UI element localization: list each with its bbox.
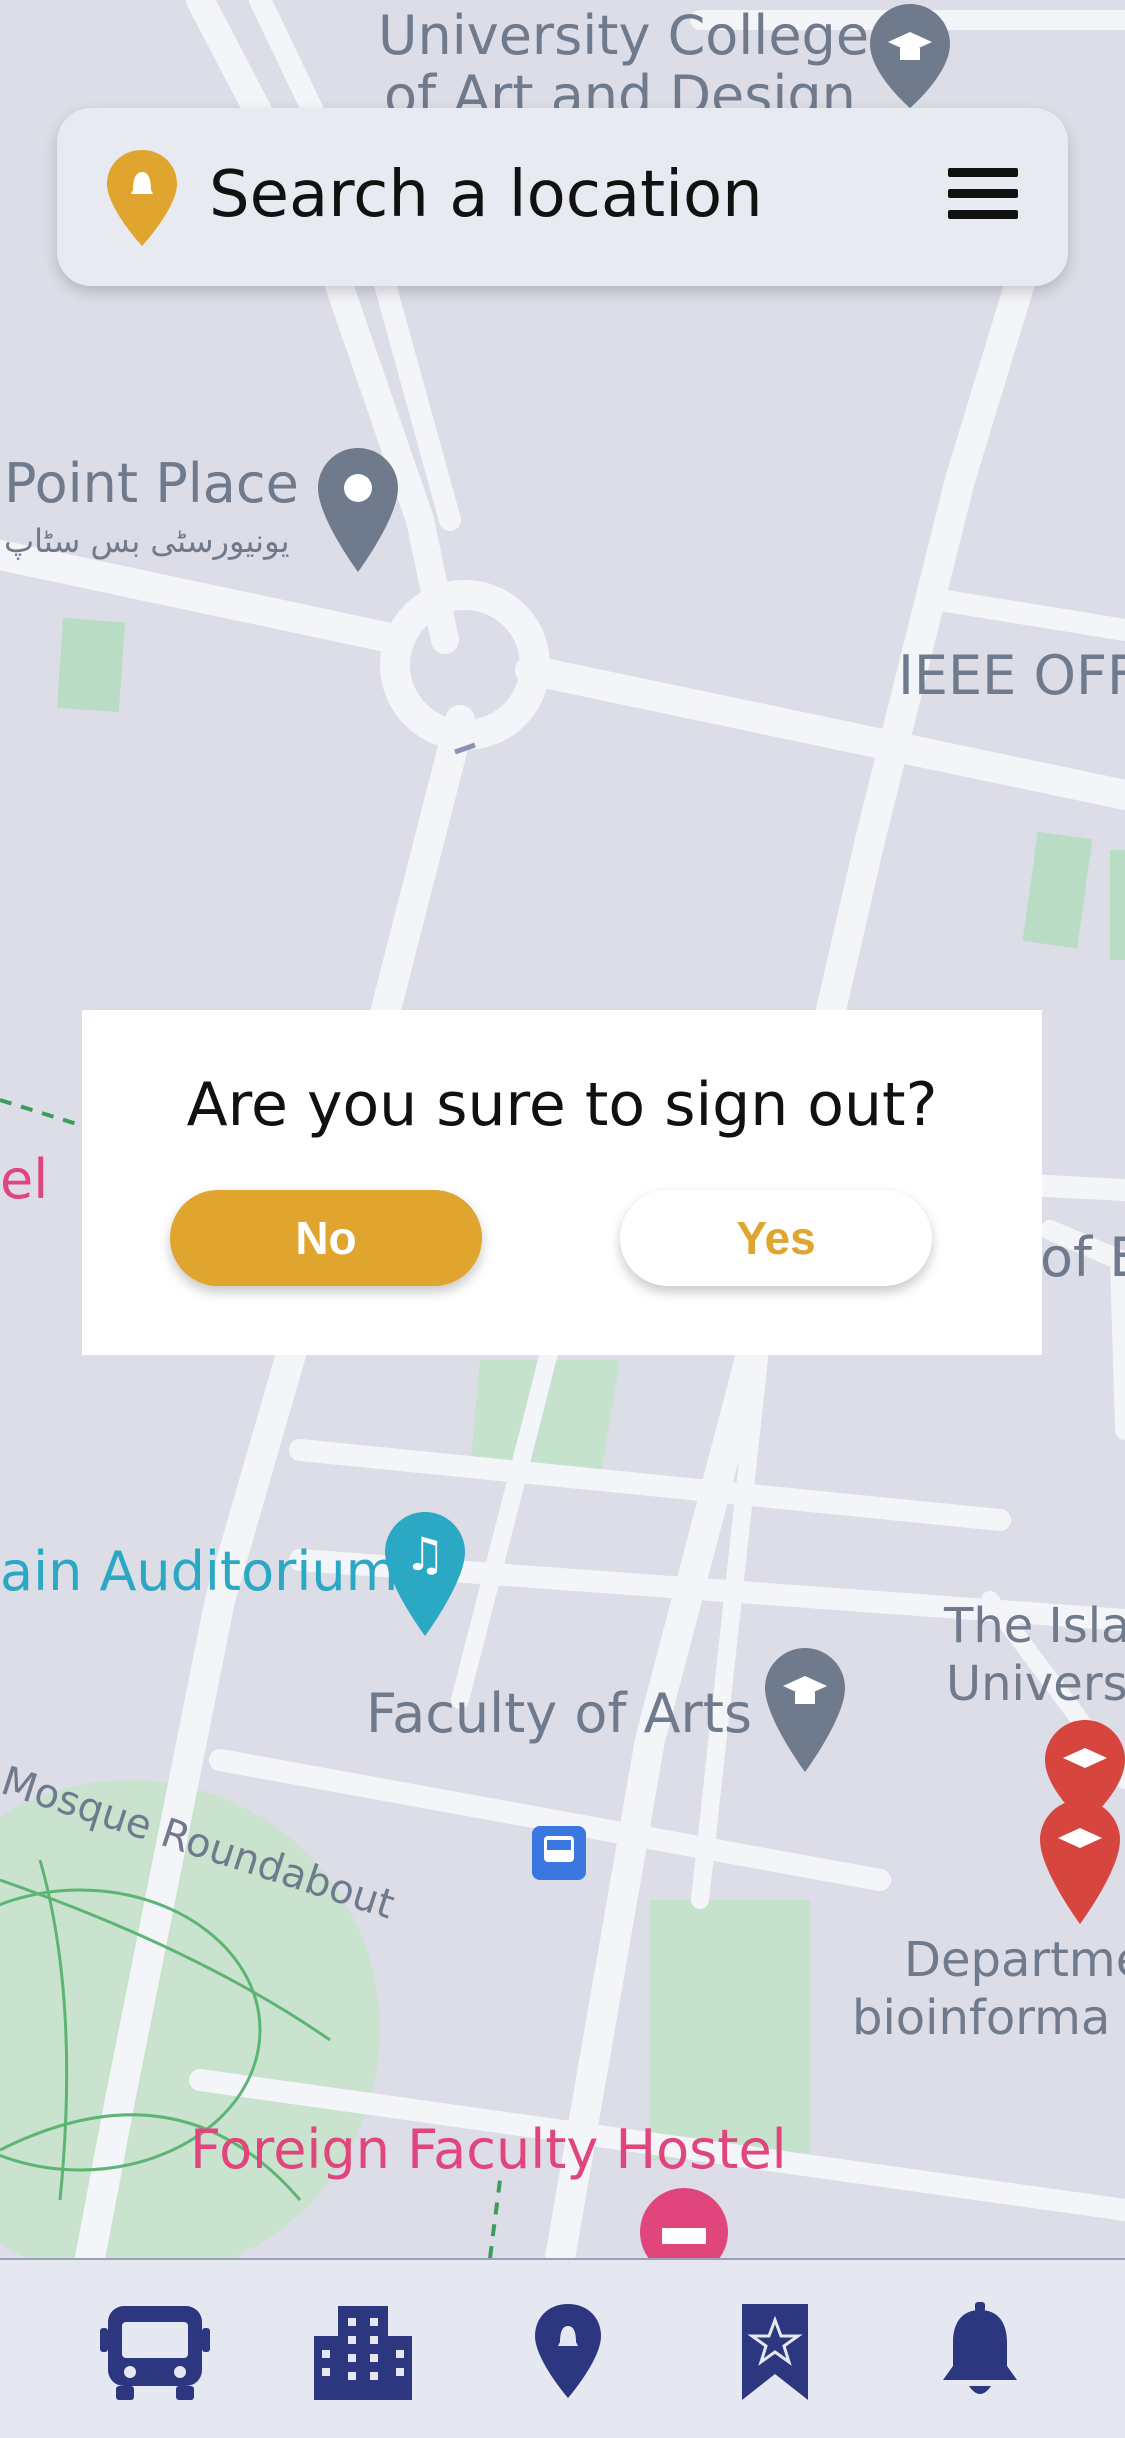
- map-label-foreign-hostel: Foreign Faculty Hostel: [190, 2118, 787, 2181]
- dialog-title: Are you sure to sign out?: [186, 1070, 938, 1140]
- menu-line: [948, 210, 1018, 219]
- search-input[interactable]: Search a location: [209, 158, 763, 232]
- location-pin-icon[interactable]: [513, 2302, 623, 2402]
- location-pin-icon: [107, 150, 177, 246]
- no-button[interactable]: No: [170, 1190, 482, 1286]
- map-label-point-place-urdu: یونیورسٹی بس سٹاپ: [4, 522, 290, 560]
- search-bar[interactable]: Search a location: [57, 108, 1068, 286]
- map-label-islamia-2: Univers: [946, 1656, 1125, 1712]
- map-label-point-place: Point Place: [4, 452, 299, 515]
- map-label-main-auditorium: ain Auditorium: [0, 1540, 399, 1603]
- yes-button[interactable]: Yes: [620, 1190, 932, 1286]
- map-label-faculty-arts: Faculty of Arts: [366, 1682, 753, 1745]
- bottom-nav: [0, 2258, 1125, 2438]
- map-label-ieee: IEEE OFF: [898, 644, 1125, 707]
- map-label-dept-2: bioinforma: [852, 1990, 1111, 2046]
- map-label-ucad-1: University College: [378, 4, 870, 67]
- map-label-dept-1: Departme: [904, 1932, 1125, 1988]
- menu-line: [948, 168, 1018, 177]
- hamburger-menu-icon[interactable]: [948, 168, 1018, 226]
- bookmark-star-icon[interactable]: [720, 2302, 830, 2402]
- svg-text:♫: ♫: [404, 1527, 445, 1581]
- sign-out-dialog: Are you sure to sign out? No Yes: [82, 1010, 1042, 1355]
- bus-stop-icon[interactable]: [532, 1826, 586, 1880]
- bus-icon[interactable]: [100, 2302, 210, 2402]
- map-label-islamia-1: The Isla: [944, 1598, 1125, 1654]
- menu-line: [948, 189, 1018, 198]
- map-label-of-e: of E: [1040, 1226, 1125, 1289]
- buildings-icon[interactable]: [308, 2302, 418, 2402]
- map-label-hostel-fragment: el: [0, 1148, 49, 1211]
- bell-icon[interactable]: [925, 2302, 1035, 2402]
